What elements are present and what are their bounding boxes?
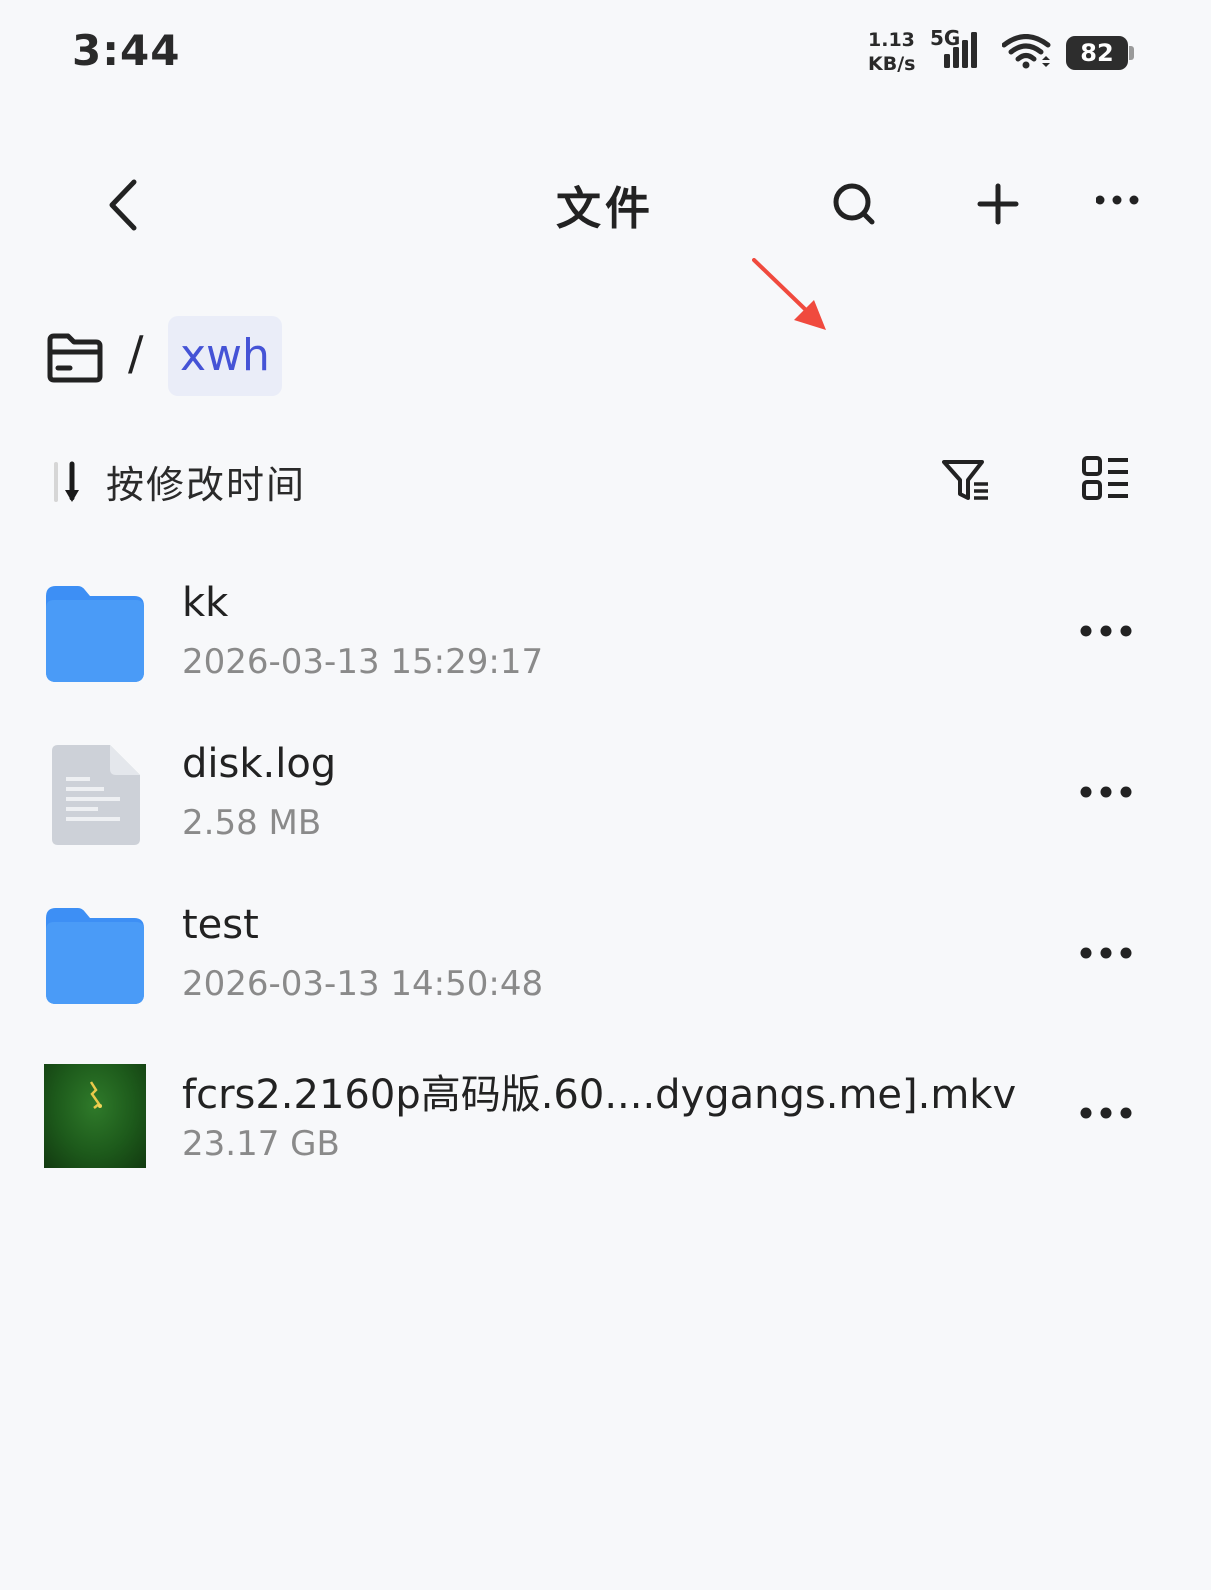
folder-outline-icon[interactable] bbox=[46, 328, 104, 386]
chevron-left-icon bbox=[96, 179, 154, 240]
filter-list-icon bbox=[942, 460, 1002, 514]
video-thumbnail bbox=[44, 1064, 146, 1168]
battery-cap bbox=[1129, 46, 1134, 60]
file-more-button[interactable] bbox=[1078, 928, 1138, 978]
file-name: test bbox=[182, 902, 259, 948]
breadcrumb-separator: / bbox=[128, 326, 144, 380]
cellular-signal-icon bbox=[944, 32, 980, 74]
more-horizontal-icon bbox=[1078, 625, 1138, 660]
file-more-button[interactable] bbox=[1078, 767, 1138, 817]
file-more-button[interactable] bbox=[1078, 606, 1138, 656]
file-name: kk bbox=[182, 580, 229, 626]
add-button[interactable] bbox=[968, 176, 1028, 236]
more-horizontal-icon bbox=[1078, 1107, 1138, 1142]
search-icon bbox=[826, 183, 886, 240]
list-view-icon bbox=[1082, 456, 1142, 514]
breadcrumb-current[interactable]: xwh bbox=[168, 316, 282, 396]
file-name: disk.log bbox=[182, 741, 337, 787]
file-row[interactable]: fcrs2.2160p高码版.60....dygangs.me].mkv 23.… bbox=[0, 1042, 1211, 1192]
list-toolbar: 按修改时间 bbox=[0, 446, 1211, 516]
file-modified-time: 2026-03-13 14:50:48 bbox=[182, 964, 544, 1004]
file-size: 2.58 MB bbox=[182, 803, 322, 843]
sort-descending-icon bbox=[46, 460, 90, 508]
sort-label: 按修改时间 bbox=[106, 463, 307, 507]
file-row[interactable]: test 2026-03-13 14:50:48 bbox=[0, 882, 1211, 1032]
document-icon bbox=[44, 743, 146, 847]
search-button[interactable] bbox=[826, 176, 886, 236]
folder-icon bbox=[44, 904, 146, 1008]
file-row[interactable]: disk.log 2.58 MB bbox=[0, 721, 1211, 871]
file-row[interactable]: kk 2026-03-13 15:29:17 bbox=[0, 560, 1211, 710]
network-speed-unit: KB/s bbox=[868, 53, 916, 75]
app-header: 文件 bbox=[0, 150, 1211, 330]
folder-icon bbox=[44, 582, 146, 686]
page-title: 文件 bbox=[555, 182, 654, 235]
more-horizontal-icon bbox=[1078, 947, 1138, 982]
back-button[interactable] bbox=[96, 174, 154, 236]
more-horizontal-icon bbox=[1078, 786, 1138, 821]
filter-button[interactable] bbox=[942, 454, 1002, 510]
status-time: 3:44 bbox=[72, 26, 181, 75]
more-options-button[interactable] bbox=[1095, 176, 1156, 236]
breadcrumb: / xwh bbox=[0, 312, 1211, 402]
more-horizontal-icon bbox=[1095, 195, 1156, 240]
file-modified-time: 2026-03-13 15:29:17 bbox=[182, 642, 544, 682]
network-speed: 1.13 KB/s bbox=[868, 28, 920, 76]
file-more-button[interactable] bbox=[1078, 1088, 1138, 1138]
battery-indicator: 82 bbox=[1066, 36, 1128, 70]
plus-icon bbox=[968, 183, 1028, 240]
network-speed-value: 1.13 bbox=[868, 29, 915, 51]
wifi-icon bbox=[1001, 34, 1052, 74]
status-bar: 3:44 1.13 KB/s 5G 82 bbox=[0, 0, 1211, 110]
file-name: fcrs2.2160p高码版.60....dygangs.me].mkv bbox=[182, 1072, 1017, 1118]
file-size: 23.17 GB bbox=[182, 1124, 340, 1164]
view-toggle-button[interactable] bbox=[1082, 454, 1142, 510]
